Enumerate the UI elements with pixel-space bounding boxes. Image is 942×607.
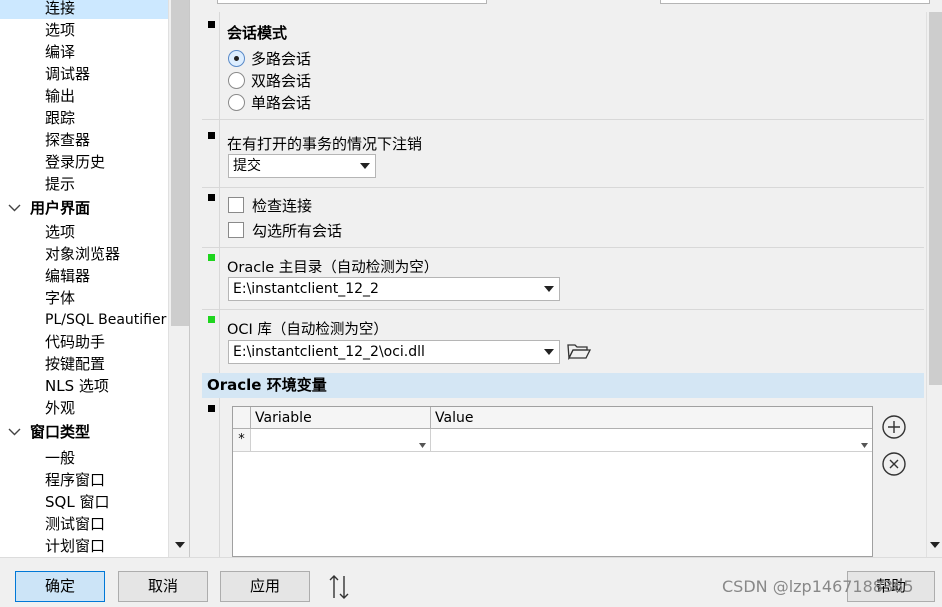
radio-button[interactable] <box>228 93 245 111</box>
tree-item-trace[interactable]: 跟踪 <box>45 107 75 129</box>
tree-item-compile[interactable]: 编译 <box>45 41 75 63</box>
oci-library-label: OCI 库（自动检测为空） <box>227 322 388 338</box>
column-header-variable[interactable]: Variable <box>251 407 431 429</box>
tree-item-test-window[interactable]: 测试窗口 <box>45 513 105 535</box>
env-variables-header: Oracle 环境变量 <box>202 373 924 398</box>
tree-item-appearance[interactable]: 外观 <box>45 397 75 419</box>
tree-scrollbar[interactable] <box>168 0 189 557</box>
radio-button-checked[interactable] <box>228 49 245 67</box>
env-variables-grid[interactable]: Variable Value * <box>232 406 873 557</box>
tree-item-ui-options[interactable]: 选项 <box>45 221 75 243</box>
tree-item-output[interactable]: 输出 <box>45 85 75 107</box>
remove-variable-icon[interactable] <box>881 451 907 477</box>
radio-multi-session[interactable]: 多路会话 <box>228 47 311 69</box>
grid-corner <box>233 407 251 429</box>
sort-arrows-icon[interactable] <box>328 573 350 601</box>
radio-single-session[interactable]: 单路会话 <box>228 91 311 113</box>
dropdown-arrow-icon[interactable] <box>861 434 868 452</box>
tree-item-debugger[interactable]: 调试器 <box>45 63 90 85</box>
tree-item-editor[interactable]: 编辑器 <box>45 265 90 287</box>
options-tree: 连接 选项 编译 调试器 输出 跟踪 探查器 登录历史 提示 用户界面 选项 对… <box>0 0 190 557</box>
section-checks: 检查连接 勾选所有会话 <box>202 188 924 248</box>
oci-library-select[interactable]: E:\instantclient_12_2\oci.dll <box>228 340 560 364</box>
checkbox[interactable] <box>228 197 244 213</box>
dropdown-arrow-icon[interactable] <box>355 155 375 177</box>
ok-button[interactable]: 确定 <box>15 571 105 602</box>
tree-item-profiler[interactable]: 探查器 <box>45 129 90 151</box>
scroll-down-icon[interactable] <box>170 536 189 554</box>
section-logoff: 在有打开的事务的情况下注销 提交 <box>202 120 924 188</box>
tree-scrollbar-thumb[interactable] <box>171 0 189 326</box>
green-marker <box>208 254 215 261</box>
radio-dual-session[interactable]: 双路会话 <box>228 69 311 91</box>
top-cutoff-field-right <box>660 0 930 4</box>
dropdown-arrow-icon[interactable] <box>419 434 426 452</box>
tree-item-nls-options[interactable]: NLS 选项 <box>45 375 109 397</box>
checkbox-check-all-sessions[interactable]: 勾选所有会话 <box>228 219 342 241</box>
scroll-down-icon[interactable] <box>930 534 940 552</box>
tree-item-program-window[interactable]: 程序窗口 <box>45 469 105 491</box>
tree-item-logon-history[interactable]: 登录历史 <box>45 151 105 173</box>
dialog-button-bar: 确定 取消 应用 帮助 CSDN @lzp1467188365 <box>0 557 942 607</box>
tree-item-code-assistant[interactable]: 代码助手 <box>45 331 105 353</box>
checkbox-check-connection[interactable]: 检查连接 <box>228 194 312 216</box>
tree-item-plan-window[interactable]: 计划窗口 <box>45 535 105 557</box>
green-marker <box>208 316 215 323</box>
radio-button[interactable] <box>228 71 245 89</box>
tree-item-hints[interactable]: 提示 <box>45 173 75 195</box>
csdn-watermark: CSDN @lzp1467188365 <box>722 577 914 596</box>
tree-group-user-interface[interactable]: 用户界面 <box>0 197 168 219</box>
panel-scrollbar[interactable] <box>926 12 942 557</box>
tree-group-window-types[interactable]: 窗口类型 <box>0 421 168 443</box>
logoff-label: 在有打开的事务的情况下注销 <box>227 135 423 153</box>
session-mode-title: 会话模式 <box>227 24 288 42</box>
cancel-button[interactable]: 取消 <box>118 571 208 602</box>
section-oci-library: OCI 库（自动检测为空） E:\instantclient_12_2\oci.… <box>202 310 924 373</box>
apply-button[interactable]: 应用 <box>220 571 310 602</box>
dropdown-arrow-icon[interactable] <box>539 341 559 363</box>
cell-variable[interactable] <box>251 429 431 452</box>
tree-item-sql-window[interactable]: SQL 窗口 <box>45 491 109 513</box>
tree-item-general[interactable]: 一般 <box>45 447 75 469</box>
tree-item-fonts[interactable]: 字体 <box>45 287 75 309</box>
new-row-indicator: * <box>233 429 251 452</box>
open-folder-icon[interactable] <box>566 339 592 363</box>
dropdown-arrow-icon[interactable] <box>539 278 559 300</box>
section-marker <box>208 21 215 28</box>
logoff-action-select[interactable]: 提交 <box>228 154 376 178</box>
chevron-down-icon[interactable] <box>8 197 22 219</box>
chevron-down-icon[interactable] <box>8 421 22 443</box>
cell-value[interactable] <box>431 429 872 452</box>
tree-item-options[interactable]: 选项 <box>45 19 75 41</box>
column-header-value[interactable]: Value <box>431 407 872 429</box>
settings-panel: 会话模式 多路会话 双路会话 单路会话 在有打开的事务的情况下注销 提交 检查连… <box>200 0 942 557</box>
tree-item-connection[interactable]: 连接 <box>0 0 168 19</box>
checkbox[interactable] <box>228 222 244 238</box>
oracle-home-label: Oracle 主目录（自动检测为空） <box>227 260 439 276</box>
add-variable-icon[interactable] <box>881 414 907 440</box>
tree-item-key-config[interactable]: 按键配置 <box>45 353 105 375</box>
section-oracle-home: Oracle 主目录（自动检测为空） E:\instantclient_12_2 <box>202 248 924 310</box>
panel-scrollbar-thumb[interactable] <box>929 12 942 385</box>
top-cutoff-field <box>217 0 487 4</box>
tree-item-plsql-beautifier[interactable]: PL/SQL Beautifier <box>45 309 166 331</box>
tree-item-object-browser[interactable]: 对象浏览器 <box>45 243 120 265</box>
section-session-mode: 会话模式 多路会话 双路会话 单路会话 <box>202 12 924 120</box>
oracle-home-select[interactable]: E:\instantclient_12_2 <box>228 277 560 301</box>
